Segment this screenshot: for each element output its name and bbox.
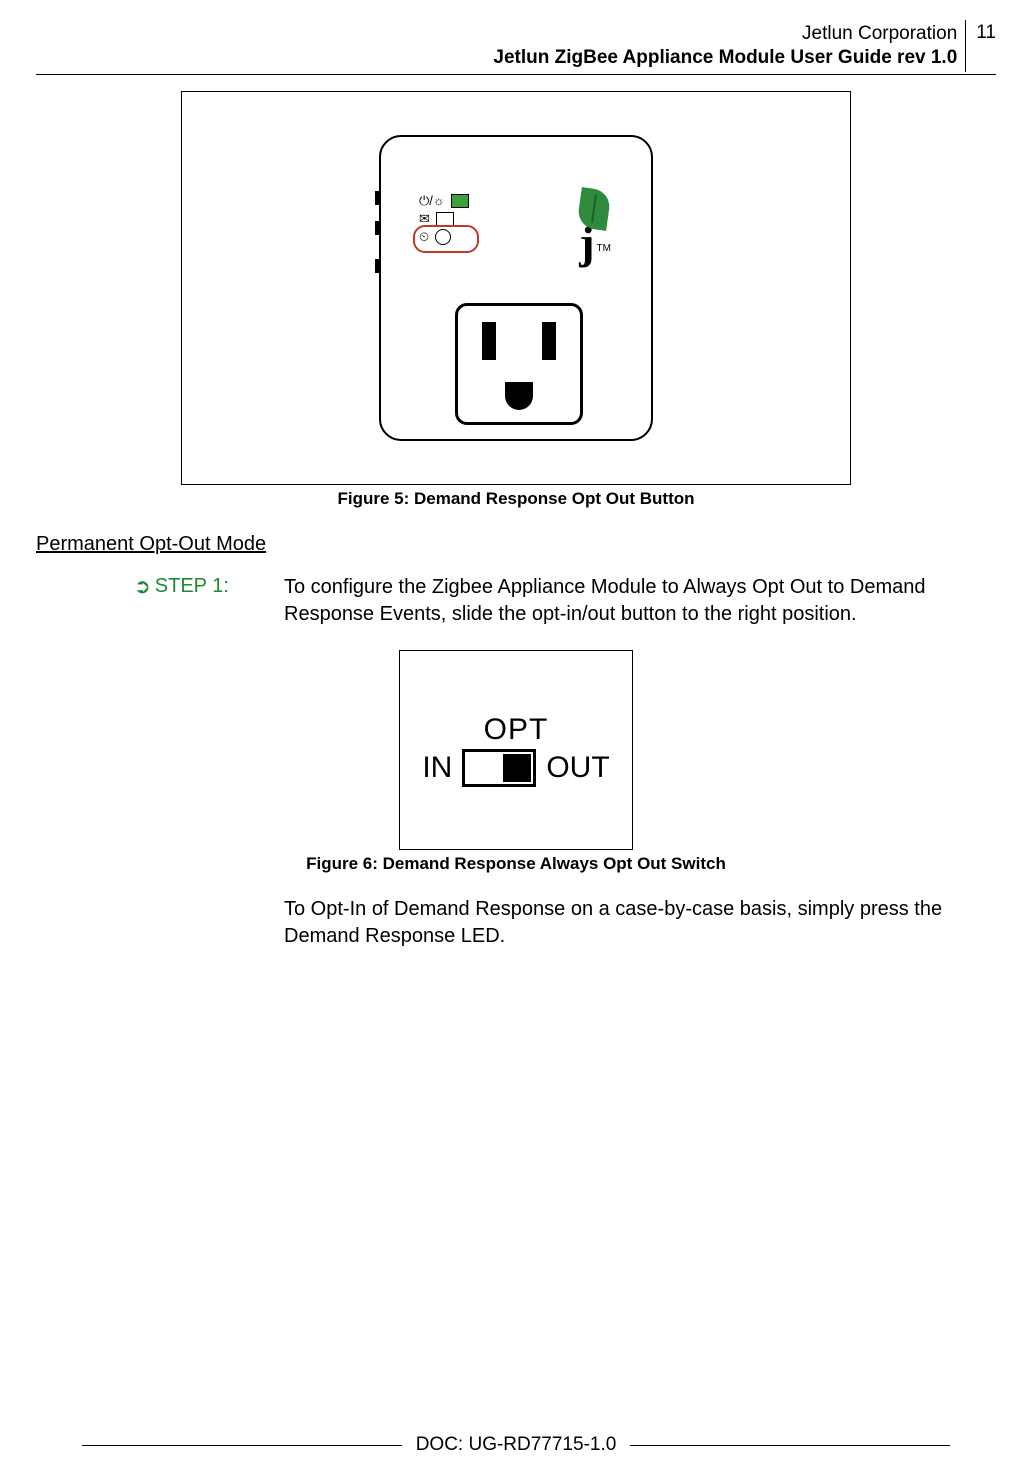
figure-6-frame: OPT IN OUT: [399, 650, 633, 850]
step-1-label: ➲ STEP 1:: [134, 574, 284, 599]
section-heading: Permanent Opt-Out Mode: [36, 533, 996, 556]
opt-switch-row: IN OUT: [422, 749, 609, 787]
footer-rule-left: [82, 1445, 402, 1446]
device-illustration: ⏻/☼ ✉ ⏲ jTM: [379, 135, 653, 441]
page-header: Jetlun Corporation Jetlun ZigBee Applian…: [36, 20, 996, 72]
device-prong: [375, 259, 381, 273]
device-prong: [375, 221, 381, 235]
header-doc-title: Jetlun ZigBee Appliance Module User Guid…: [493, 46, 957, 70]
outlet-slot: [542, 322, 556, 360]
power-led: [451, 194, 469, 208]
outlet-slot: [482, 322, 496, 360]
arrow-right-icon: ➲: [134, 574, 151, 599]
opt-label-in: IN: [422, 751, 452, 785]
footer-doc-id: DOC: UG-RD77715-1.0: [416, 1434, 617, 1456]
step-1-text: To configure the Zigbee Appliance Module…: [284, 574, 976, 628]
logo-j-letter: jTM: [579, 229, 611, 263]
opt-switch-knob: [503, 754, 531, 782]
jetlun-logo: jTM: [579, 189, 611, 263]
opt-label-top: OPT: [422, 713, 609, 747]
figure-6-caption: Figure 6: Demand Response Always Opt Out…: [36, 854, 996, 874]
step-1-row: ➲ STEP 1: To configure the Zigbee Applia…: [134, 574, 976, 628]
header-company: Jetlun Corporation: [493, 22, 957, 46]
indicator-power-row: ⏻/☼: [419, 193, 469, 209]
message-led: [436, 212, 454, 226]
page-number: 11: [966, 20, 996, 46]
power-icon: ⏻/☼: [419, 193, 445, 209]
page-footer: DOC: UG-RD77715-1.0: [0, 1434, 1032, 1456]
figure-5-caption: Figure 5: Demand Response Opt Out Button: [36, 489, 996, 509]
header-rule: [36, 74, 996, 75]
opt-in-note: To Opt-In of Demand Response on a case-b…: [284, 896, 976, 950]
footer-rule-right: [630, 1445, 950, 1446]
outlet-ground: [505, 382, 533, 410]
ac-outlet-illustration: [455, 303, 583, 425]
opt-out-highlight-ring: [413, 225, 479, 253]
step-1-label-text: STEP 1:: [155, 575, 229, 598]
header-title-block: Jetlun Corporation Jetlun ZigBee Applian…: [493, 20, 966, 72]
opt-switch-illustration: OPT IN OUT: [422, 713, 609, 787]
opt-switch: [462, 749, 536, 787]
device-prong: [375, 191, 381, 205]
figure-5-frame: ⏻/☼ ✉ ⏲ jTM: [181, 91, 851, 485]
opt-label-out: OUT: [546, 751, 609, 785]
